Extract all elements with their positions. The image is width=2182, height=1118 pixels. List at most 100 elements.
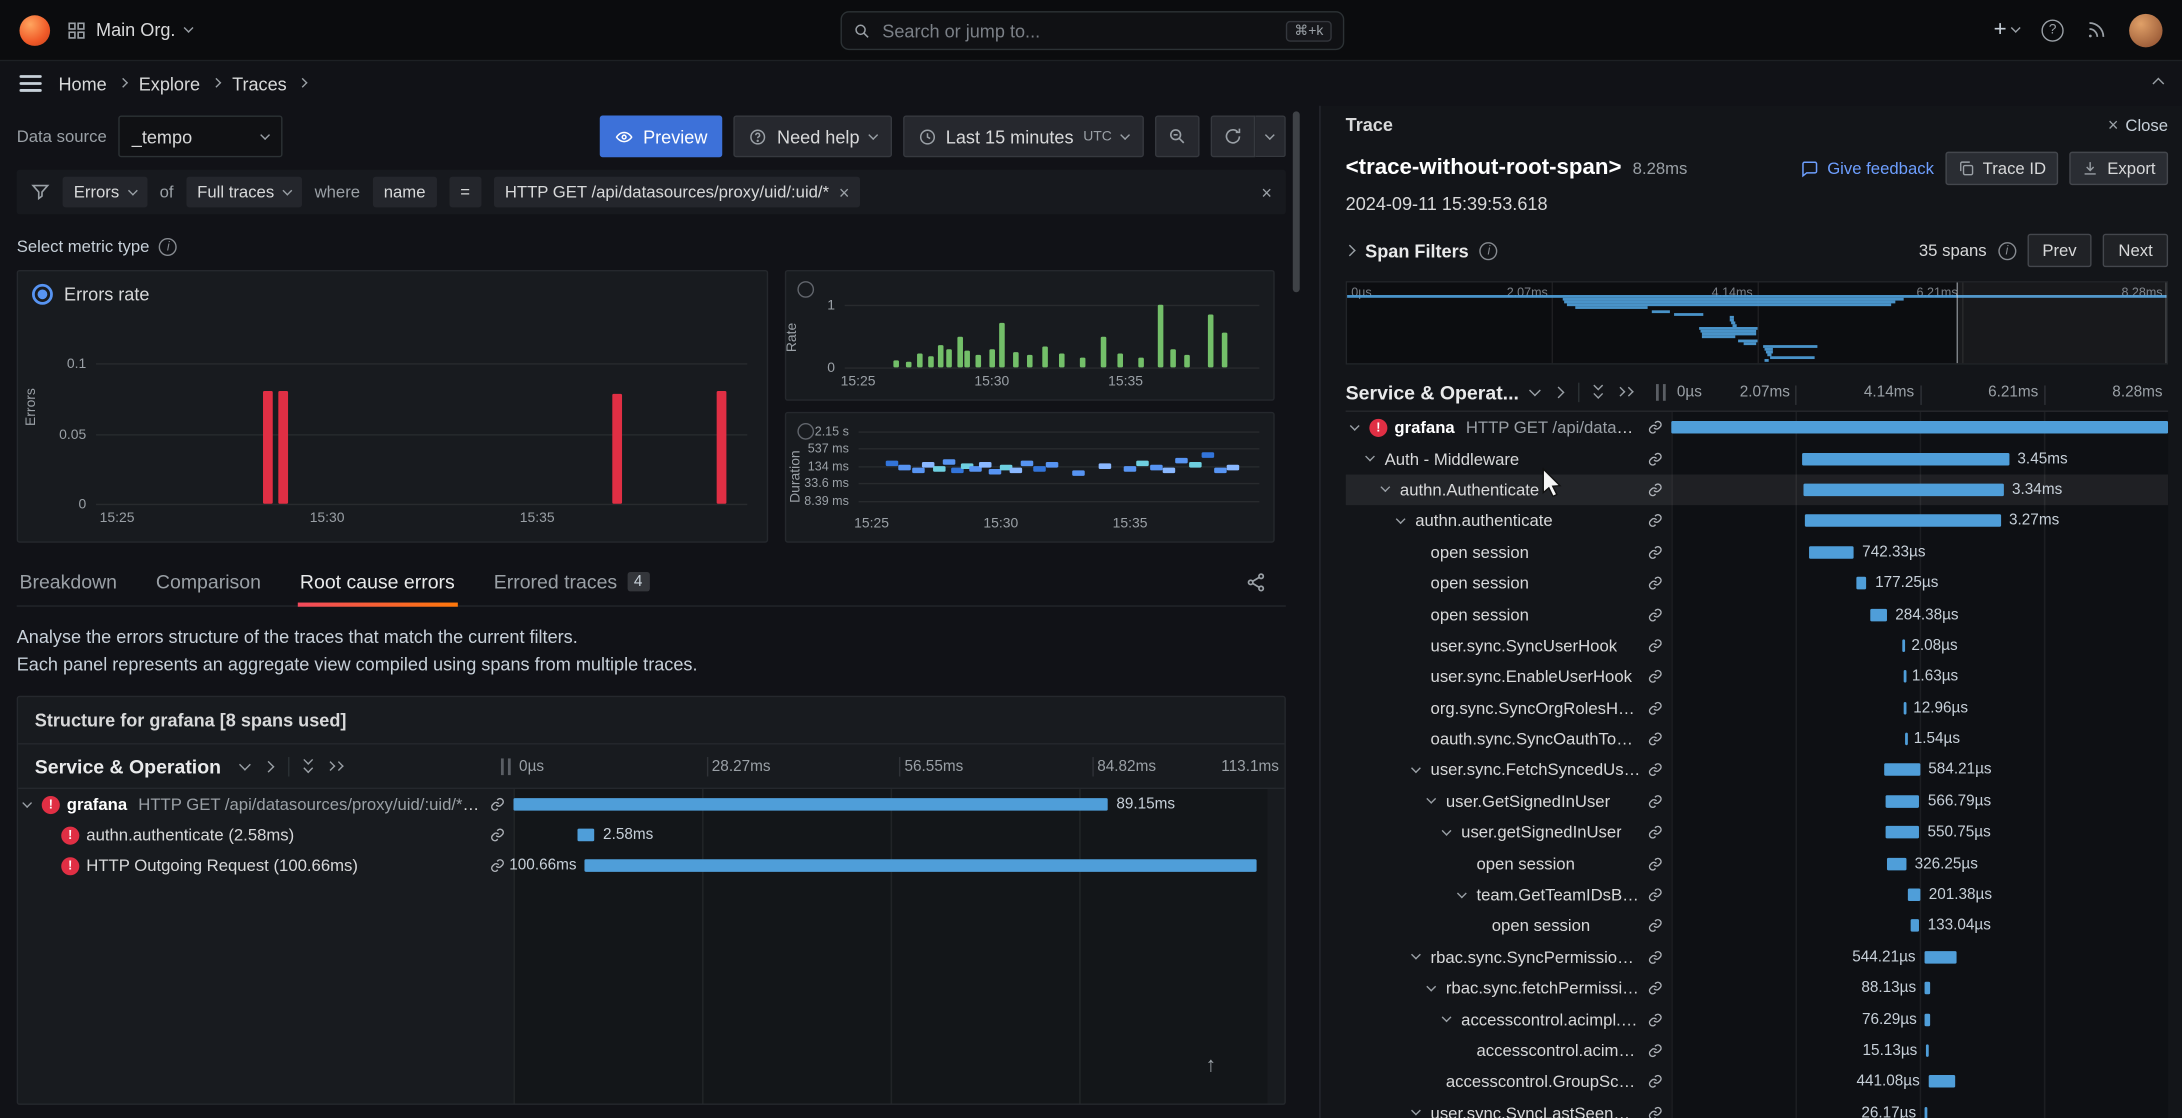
rate-radio[interactable] (797, 281, 814, 298)
span-link-icon[interactable] (1648, 763, 1663, 778)
trace-id-button[interactable]: Trace ID (1945, 152, 2059, 185)
span-row[interactable]: authn.authenticate3.27ms (1346, 505, 2168, 536)
next-span-button[interactable]: Next (2103, 234, 2168, 267)
span-link-icon[interactable] (1648, 981, 1663, 996)
expand-chevron-icon[interactable] (1365, 452, 1375, 462)
need-help-button[interactable]: Need help (734, 116, 892, 158)
span-row[interactable]: grafanaHTTP GET /api/datasources/proxy/u… (18, 789, 1284, 820)
chevron-right-icon[interactable] (1344, 245, 1356, 257)
span-link-icon[interactable] (1648, 950, 1663, 965)
span-link-icon[interactable] (1648, 513, 1663, 528)
span-link-icon[interactable] (490, 797, 505, 812)
span-row[interactable]: authn.authenticate (2.58ms)2.58ms (18, 820, 1284, 851)
span-link-icon[interactable] (1648, 918, 1663, 933)
avatar[interactable] (2129, 13, 2162, 46)
expand-chevron-icon[interactable] (1442, 826, 1452, 836)
column-resize-handle[interactable] (1656, 383, 1666, 400)
expand-chevron-icon[interactable] (1396, 514, 1406, 524)
expand-all-icon[interactable] (327, 763, 342, 770)
span-link-icon[interactable] (1648, 607, 1663, 622)
span-link-icon[interactable] (1648, 1074, 1663, 1089)
info-icon[interactable]: i (159, 237, 177, 255)
tab-root-cause-errors[interactable]: Root cause errors (297, 571, 457, 606)
new-menu-button[interactable]: + (1994, 17, 2020, 42)
filter-traces-type[interactable]: Full traces (186, 177, 302, 208)
span-link-icon[interactable] (1648, 887, 1663, 902)
filter-operator[interactable]: = (449, 177, 481, 208)
span-link-icon[interactable] (490, 858, 505, 873)
span-row[interactable]: rbac.sync.SyncPermissionsHook544.21µs (1346, 942, 2168, 973)
span-row[interactable]: user.sync.SyncLastSeenHook26.17µs (1346, 1097, 2168, 1118)
span-row[interactable]: accesscontrol.acimpl.GetUs...76.29µs (1346, 1004, 2168, 1035)
clear-filters-icon[interactable]: × (1261, 183, 1272, 201)
span-row[interactable]: oauth.sync.SyncOauthTokenHook1.54µs (1346, 723, 2168, 754)
expand-chevron-icon[interactable] (1380, 483, 1390, 493)
span-row[interactable]: accesscontrol.acimpl.get...15.13µs (1346, 1035, 2168, 1066)
info-icon[interactable]: i (1998, 241, 2016, 259)
span-link-icon[interactable] (1648, 731, 1663, 746)
menu-hamburger-icon[interactable] (19, 75, 41, 92)
span-row[interactable]: rbac.sync.fetchPermissions88.13µs (1346, 973, 2168, 1004)
news-rss-icon[interactable] (2086, 19, 2107, 40)
share-icon[interactable] (1245, 572, 1266, 593)
span-link-icon[interactable] (1648, 1012, 1663, 1027)
span-row[interactable]: user.sync.EnableUserHook1.63µs (1346, 661, 2168, 692)
span-row[interactable]: grafanaHTTP GET /api/datasources/pr... (1346, 412, 2168, 443)
collapse-one-icon[interactable] (1528, 384, 1540, 396)
prev-span-button[interactable]: Prev (2027, 234, 2092, 267)
span-row[interactable]: accesscontrol.GroupScopesBy...441.08µs (1346, 1066, 2168, 1097)
span-row[interactable]: user.sync.SyncUserHook2.08µs (1346, 630, 2168, 661)
minimap-selection[interactable] (1957, 282, 2167, 363)
collapse-all-icon[interactable] (1594, 384, 1601, 399)
info-icon[interactable]: i (1480, 241, 1498, 259)
span-row[interactable]: user.sync.FetchSyncedUserHook584.21µs (1346, 755, 2168, 786)
span-row[interactable]: user.GetSignedInUser566.79µs (1346, 786, 2168, 817)
expand-chevron-icon[interactable] (1411, 763, 1421, 773)
span-link-icon[interactable] (1648, 825, 1663, 840)
span-link-icon[interactable] (1648, 669, 1663, 684)
time-range-picker[interactable]: Last 15 minutes UTC (903, 116, 1144, 158)
filter-value[interactable]: HTTP GET /api/datasources/proxy/uid/:uid… (494, 177, 861, 208)
refresh-interval-button[interactable] (1255, 116, 1286, 158)
expand-chevron-icon[interactable] (1411, 950, 1421, 960)
refresh-button[interactable] (1211, 116, 1256, 158)
span-link-icon[interactable] (1648, 576, 1663, 591)
collapse-all-icon[interactable] (305, 759, 312, 774)
span-link-icon[interactable] (1648, 482, 1663, 497)
left-scrollbar[interactable] (1293, 111, 1300, 1107)
expand-chevron-icon[interactable] (1457, 888, 1467, 898)
expand-chevron-icon[interactable] (1442, 1013, 1452, 1023)
span-row[interactable]: user.getSignedInUser550.75µs (1346, 817, 2168, 848)
expand-one-icon[interactable] (1552, 386, 1564, 398)
span-link-icon[interactable] (1648, 544, 1663, 559)
zoom-out-button[interactable] (1155, 116, 1200, 158)
span-filters-label[interactable]: Span Filters (1365, 240, 1469, 261)
span-link-icon[interactable] (1648, 1105, 1663, 1118)
trace-minimap[interactable]: 0µs2.07ms4.14ms6.21ms8.28ms (1346, 281, 2168, 364)
collapse-one-icon[interactable] (239, 759, 251, 771)
column-resize-handle[interactable] (501, 758, 511, 775)
span-row[interactable]: open session742.33µs (1346, 537, 2168, 568)
span-row[interactable]: team.GetTeamIDsByUser201.38µs (1346, 879, 2168, 910)
filter-field[interactable]: name (373, 177, 437, 208)
expand-chevron-icon[interactable] (1411, 1106, 1421, 1116)
search-input[interactable]: Search or jump to... ⌘+k (841, 11, 1345, 50)
breadcrumb-explore[interactable]: Explore (139, 73, 200, 94)
tab-breakdown[interactable]: Breakdown (17, 571, 120, 606)
collapse-panel-icon[interactable] (2152, 78, 2164, 90)
span-row[interactable]: org.sync.SyncOrgRolesHook12.96µs (1346, 692, 2168, 723)
filter-primary-signal[interactable]: Errors (63, 177, 147, 208)
errors-rate-radio[interactable] (32, 284, 53, 305)
remove-value-icon[interactable]: × (839, 183, 850, 201)
span-row[interactable]: open session284.38µs (1346, 599, 2168, 630)
grafana-logo[interactable] (19, 15, 50, 46)
tab-comparison[interactable]: Comparison (153, 571, 264, 606)
export-button[interactable]: Export (2070, 152, 2168, 185)
span-row[interactable]: open session133.04µs (1346, 910, 2168, 941)
duration-radio[interactable] (797, 423, 814, 440)
span-link-icon[interactable] (1648, 638, 1663, 653)
span-row[interactable]: open session326.25µs (1346, 848, 2168, 879)
span-link-icon[interactable] (1648, 451, 1663, 466)
preview-button[interactable]: Preview (600, 116, 723, 158)
span-link-icon[interactable] (1648, 794, 1663, 809)
